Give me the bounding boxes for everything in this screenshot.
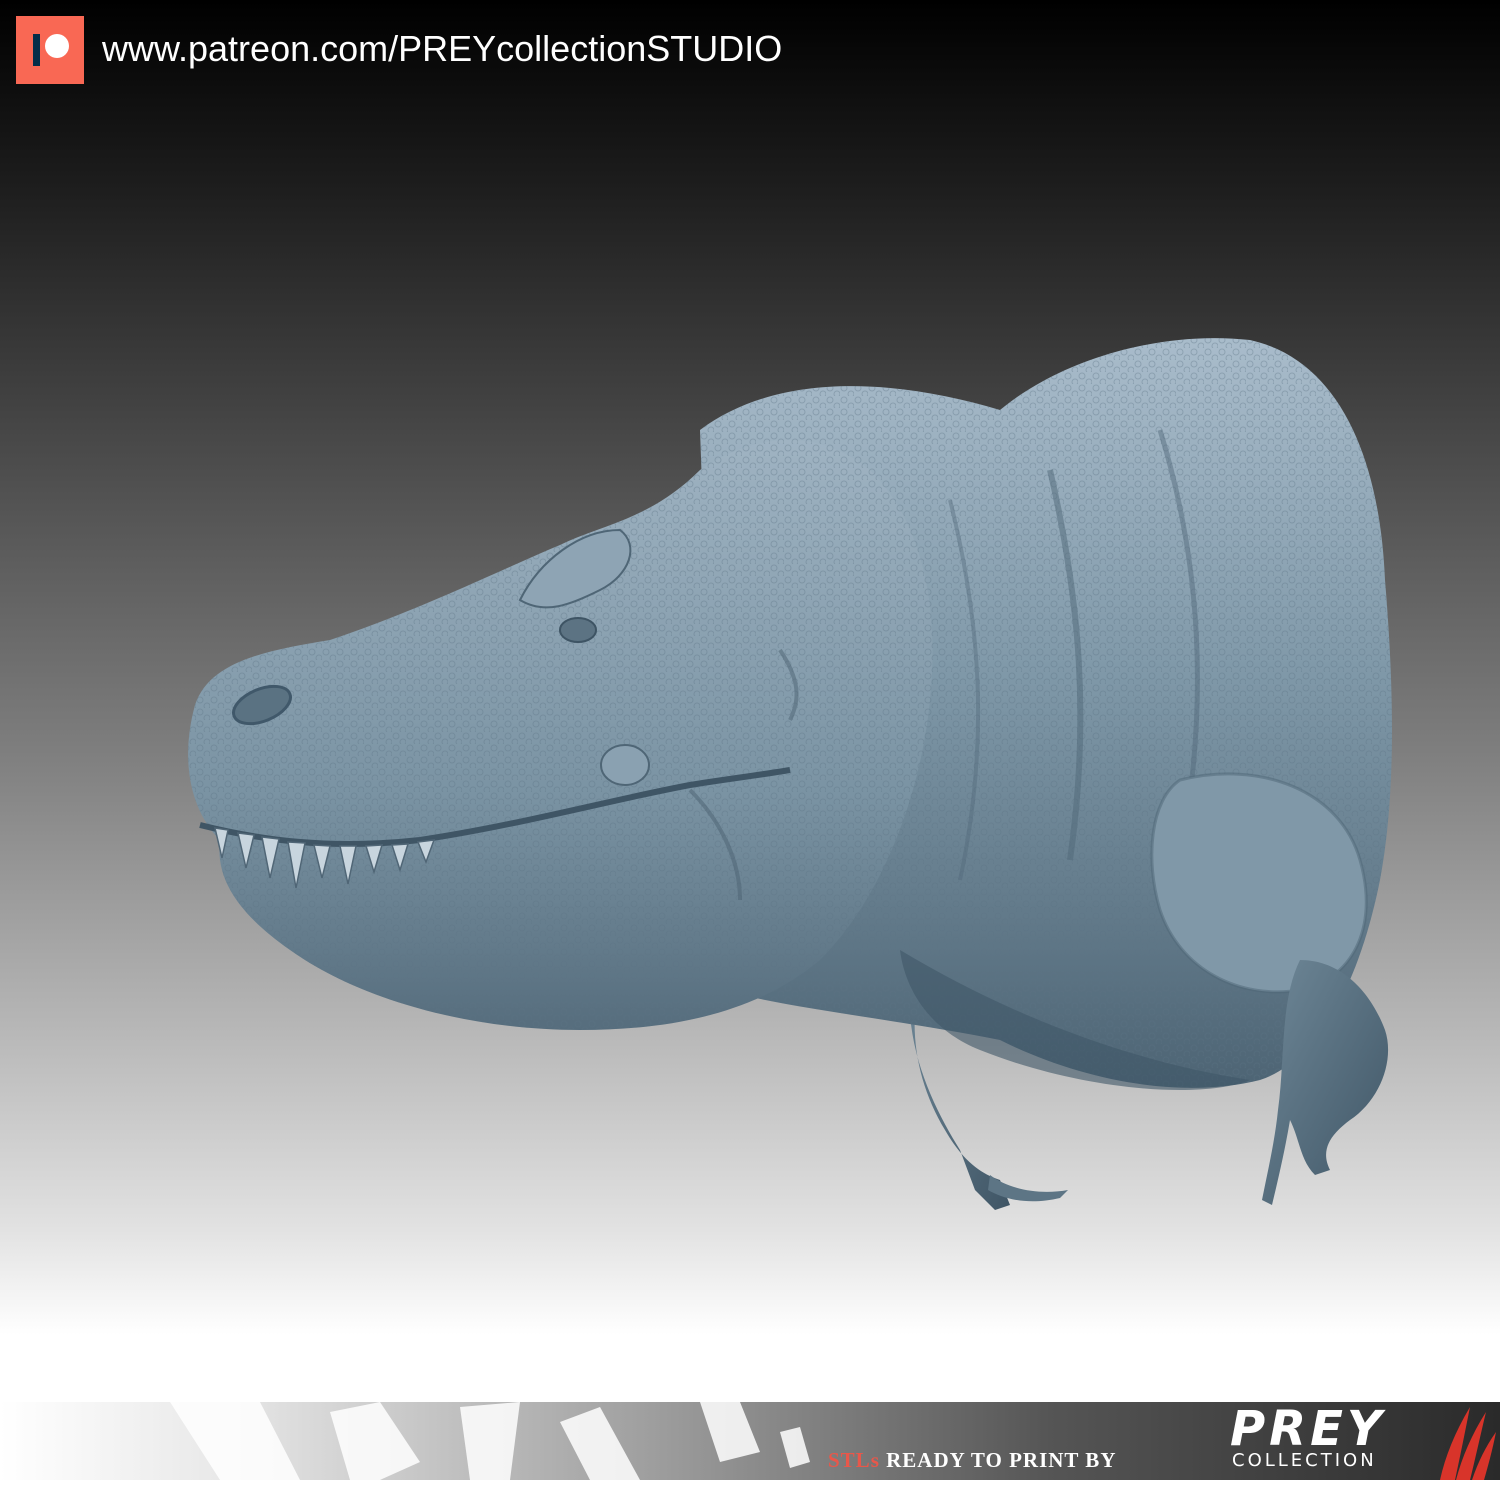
footer-tagline: STLs READY TO PRINT BY [828,1448,1116,1472]
product-image: www.patreon.com/PREYcollectionSTUDIO STL… [0,0,1500,1500]
dinosaur-sculpture [0,0,1500,1500]
prey-logo: PREY [1230,1402,1386,1457]
tagline-rest: READY TO PRINT BY [879,1448,1117,1472]
footer-banner: STLs READY TO PRINT BY PREY COLLECTION [0,1402,1500,1480]
tagline-accent: STLs [828,1448,880,1472]
collection-logo: COLLECTION [1232,1450,1377,1471]
claw-mark-icon [1420,1402,1498,1480]
